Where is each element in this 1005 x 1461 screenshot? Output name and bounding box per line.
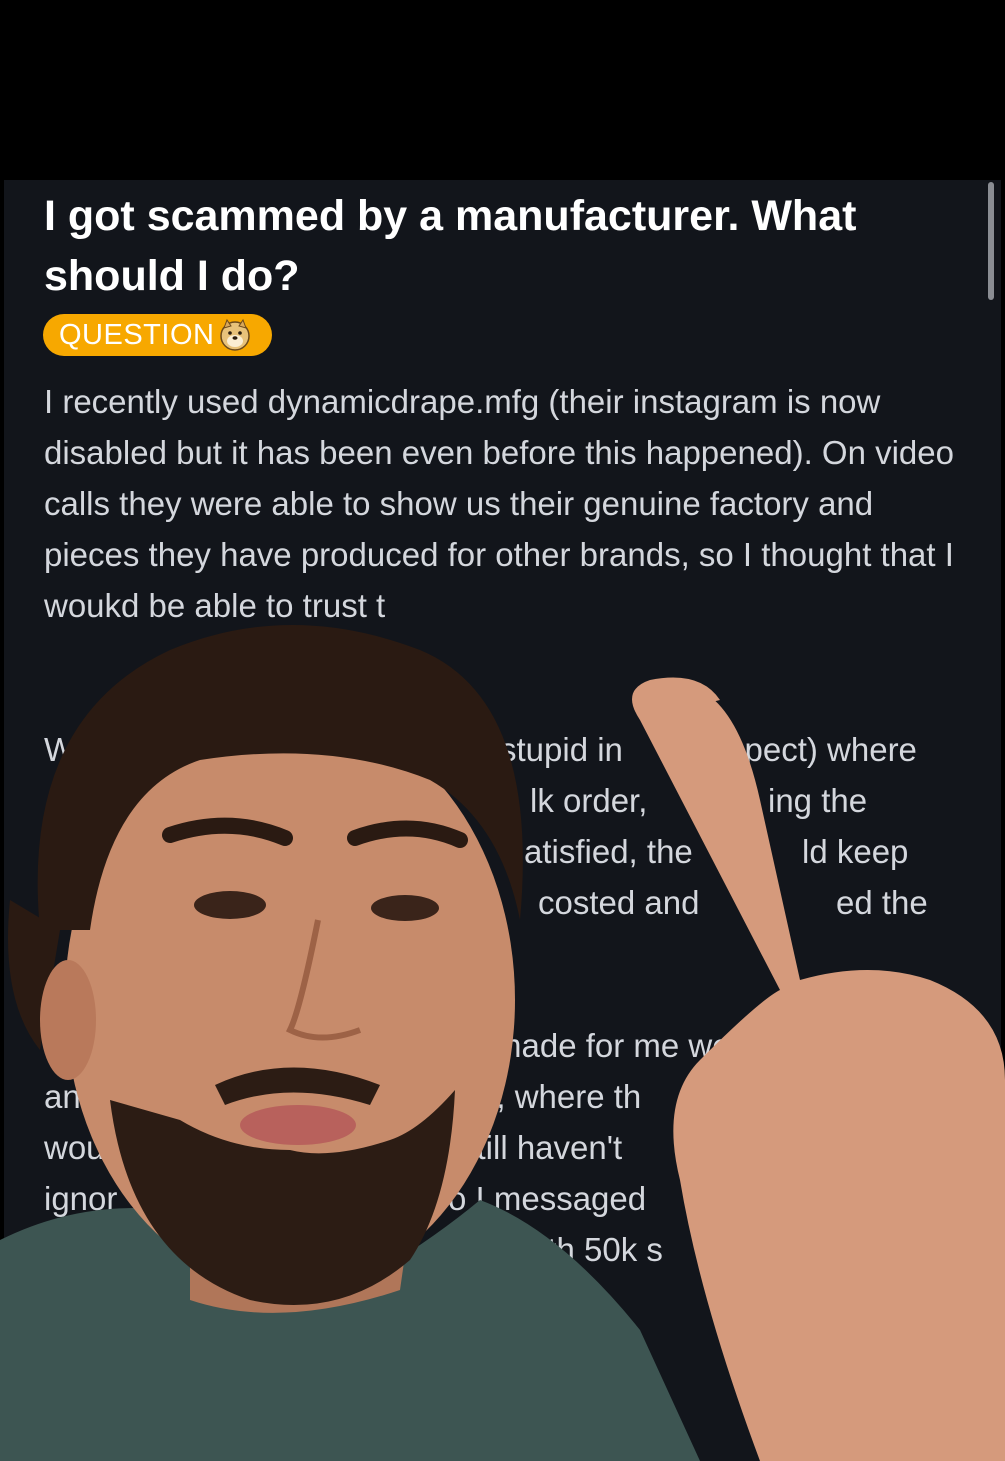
body-fragment: costed and bbox=[538, 884, 700, 921]
body-fragment: T bbox=[44, 1027, 65, 1064]
body-fragment: sl bbox=[44, 1231, 68, 1268]
body-fragment: ignor bbox=[44, 1180, 118, 1217]
body-fragment: ld keep bbox=[802, 833, 909, 870]
body-fragment: o I messaged bbox=[448, 1180, 647, 1217]
video-top-black-bar bbox=[0, 0, 1005, 180]
flair-label: QUESTION bbox=[59, 318, 215, 351]
body-fragment: ith 50k s bbox=[540, 1231, 663, 1268]
body-fragment: atisfied, the bbox=[524, 833, 693, 870]
post-title: I got scammed by a manufacturer. What sh… bbox=[44, 192, 857, 300]
body-fragment: W bbox=[44, 731, 76, 768]
doge-emoji-icon bbox=[220, 318, 251, 351]
body-fragment: made for me we bbox=[494, 1027, 731, 1064]
body-fragment: woul bbox=[44, 1129, 112, 1166]
body-fragment: ing the bbox=[768, 782, 868, 819]
post-body-paragraph-1: I recently used dynamicdrape.mfg (their … bbox=[44, 383, 954, 624]
question-flair-badge[interactable]: QUESTION bbox=[43, 314, 272, 356]
body-fragment: spect) where bbox=[728, 731, 917, 768]
body-fragment: lk order, bbox=[530, 782, 648, 819]
body-fragment: ed the bbox=[836, 884, 928, 921]
scrollbar[interactable] bbox=[988, 182, 994, 300]
body-fragment: d, where th bbox=[478, 1078, 642, 1115]
body-fragment: and bbox=[44, 1078, 100, 1115]
body-fragment: still haven't bbox=[460, 1129, 623, 1166]
body-fragment: stupid in bbox=[500, 731, 623, 768]
